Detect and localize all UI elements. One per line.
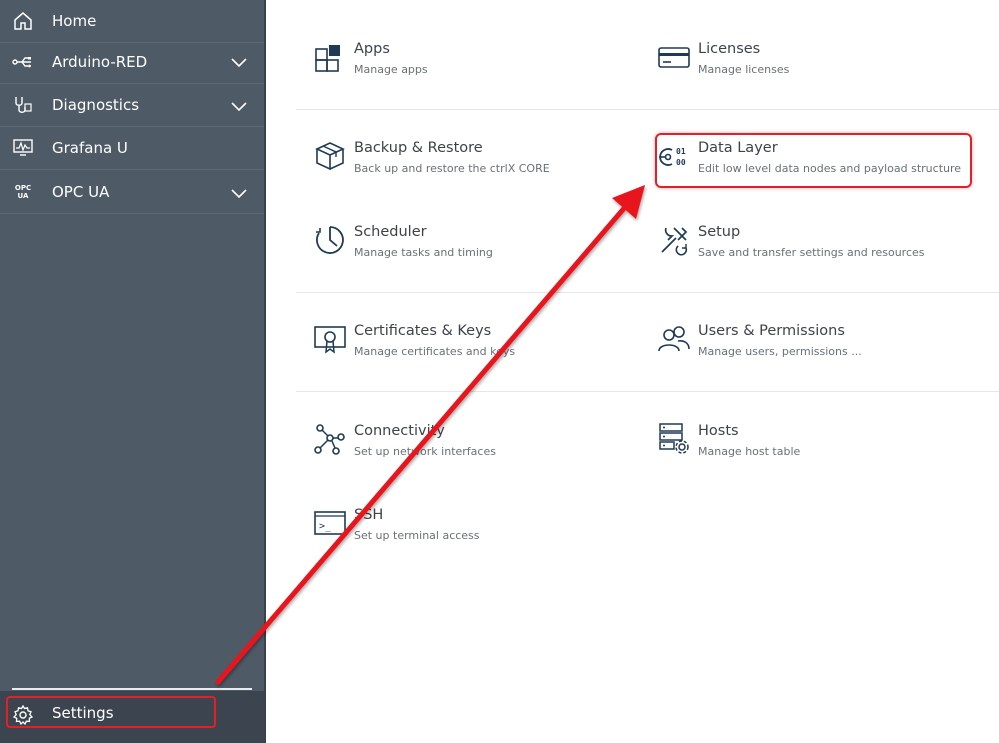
tile-title: SSH — [354, 507, 384, 523]
tile-setup[interactable]: Setup Save and transfer settings and res… — [658, 224, 978, 274]
tile-subtitle: Manage licenses — [698, 63, 790, 76]
tile-title: Setup — [698, 224, 741, 240]
tile-subtitle: Manage apps — [354, 63, 428, 76]
tile-licenses[interactable]: Licenses Manage licenses — [658, 41, 978, 91]
sidebar-item-label: Arduino-RED — [52, 52, 148, 71]
tile-hosts[interactable]: Hosts Manage host table — [658, 423, 978, 473]
chevron-down-icon[interactable] — [230, 97, 248, 115]
sidebar-item-label: Home — [52, 12, 97, 30]
tile-title: Hosts — [698, 423, 739, 439]
box-icon — [315, 142, 345, 171]
sidebar-item-diagnostics[interactable]: Diagnostics — [0, 84, 264, 127]
sidebar-item-home[interactable]: Home — [0, 0, 264, 43]
tools-icon — [661, 227, 688, 256]
prompt-glyph: >_ — [319, 521, 332, 532]
ua-icon-text: UA — [17, 192, 29, 200]
tile-title: Users & Permissions — [698, 323, 845, 339]
chevron-down-icon[interactable] — [230, 184, 248, 202]
monitor-chart-icon — [12, 137, 34, 159]
tile-certificates-keys[interactable]: Certificates & Keys Manage certificates … — [314, 323, 634, 373]
data-layer-highlight — [655, 133, 972, 188]
credit-card-icon — [658, 47, 690, 68]
tile-ssh[interactable]: >_ SSH Set up terminal access — [314, 507, 634, 557]
users-icon — [658, 326, 690, 352]
tile-title: Apps — [354, 41, 390, 57]
opc-ua-icon: OPC UA — [12, 181, 34, 203]
tile-subtitle: Set up terminal access — [354, 529, 480, 542]
sidebar: Home Arduino-RED Diagnostics Grafana U O… — [0, 0, 266, 743]
tile-users-permissions[interactable]: Users & Permissions Manage users, permis… — [658, 323, 978, 373]
tile-subtitle: Manage host table — [698, 445, 801, 458]
tile-title: Licenses — [698, 41, 761, 57]
tile-connectivity[interactable]: Connectivity Set up network interfaces — [314, 423, 634, 473]
divider — [296, 109, 999, 110]
sidebar-item-label: Grafana U — [52, 139, 128, 157]
tile-title: Certificates & Keys — [354, 323, 492, 339]
divider — [296, 391, 999, 392]
tile-title: Scheduler — [354, 224, 427, 240]
terminal-icon: >_ — [314, 511, 346, 535]
stethoscope-icon — [12, 94, 34, 116]
tile-scheduler[interactable]: Scheduler Manage tasks and timing — [314, 224, 634, 274]
sidebar-item-arduino-red[interactable]: Arduino-RED — [0, 40, 264, 84]
server-icon — [659, 423, 689, 454]
chevron-down-icon[interactable] — [230, 53, 248, 71]
usb-plug-icon — [12, 51, 34, 73]
apps-grid-icon — [315, 45, 340, 72]
sidebar-item-grafana[interactable]: Grafana U — [0, 127, 264, 170]
home-icon — [12, 10, 34, 32]
tile-apps[interactable]: Apps Manage apps — [314, 41, 634, 91]
sidebar-item-label: Diagnostics — [52, 96, 140, 114]
tile-title: Backup & Restore — [354, 140, 483, 156]
divider — [12, 688, 252, 690]
tile-subtitle: Set up network interfaces — [354, 445, 496, 458]
certificate-icon — [314, 326, 346, 354]
opc-icon-text: OPC — [14, 184, 32, 192]
tile-subtitle: Save and transfer settings and resources — [698, 246, 925, 259]
sidebar-item-opc-ua[interactable]: OPC UA OPC UA — [0, 171, 264, 214]
settings-highlight — [6, 696, 216, 728]
tile-subtitle: Manage certificates and keys — [354, 345, 516, 358]
divider — [296, 292, 999, 293]
tile-subtitle: Back up and restore the ctrlX CORE — [354, 162, 550, 175]
tile-title: Connectivity — [354, 423, 445, 439]
tile-subtitle: Manage users, permissions ... — [698, 345, 862, 358]
clock-icon — [316, 226, 344, 254]
tile-backup-restore[interactable]: Backup & Restore Back up and restore the… — [314, 140, 634, 190]
network-icon — [314, 424, 345, 455]
tile-subtitle: Manage tasks and timing — [354, 246, 493, 259]
sidebar-item-label: OPC UA — [52, 183, 110, 201]
